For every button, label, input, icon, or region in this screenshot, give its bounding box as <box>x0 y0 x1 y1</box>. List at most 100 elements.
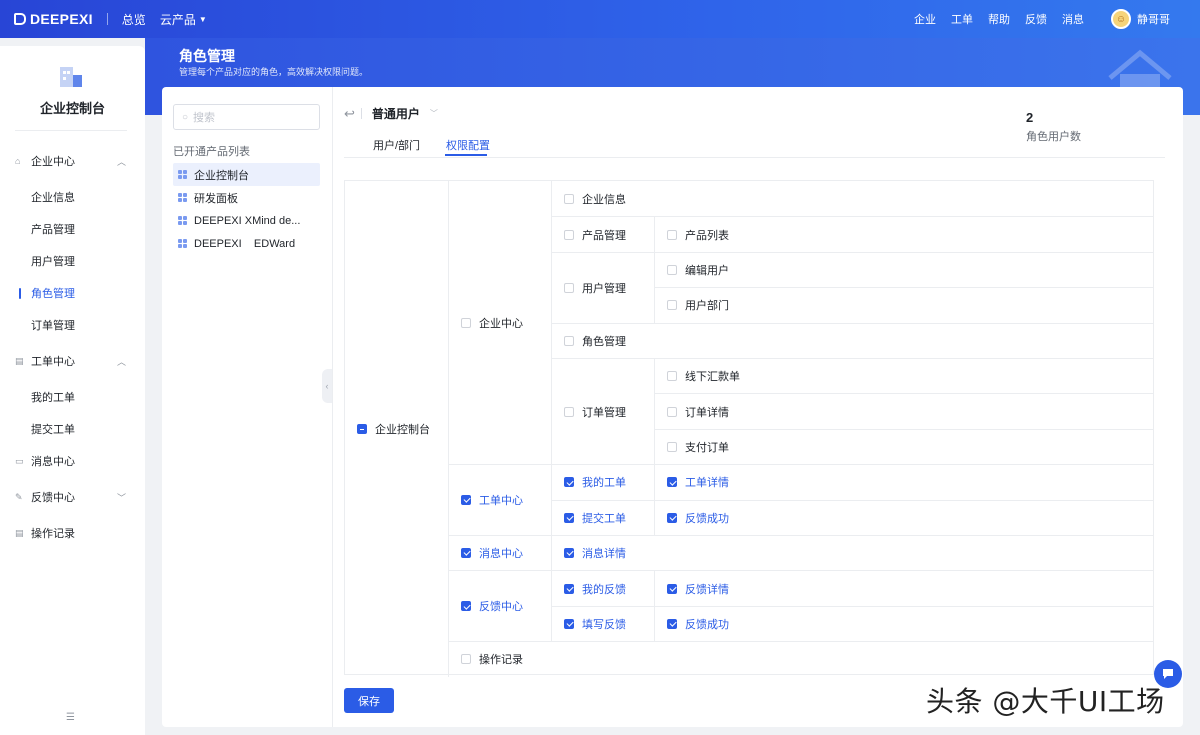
chat-icon <box>1163 669 1173 679</box>
permission-checkbox[interactable] <box>461 654 471 665</box>
message-icon: ▭ <box>15 455 24 466</box>
permission-checkbox[interactable] <box>564 477 574 488</box>
permission-checkbox[interactable] <box>461 495 471 506</box>
permission-checkbox[interactable] <box>667 512 677 523</box>
permission-checkbox[interactable] <box>564 512 574 523</box>
permission-checkbox[interactable] <box>667 583 677 594</box>
permission-label: 反馈成功 <box>685 512 729 525</box>
nav-cloud-products[interactable]: 云产品 ▼ <box>160 11 207 28</box>
permission-node: 支付订单 <box>654 428 1153 465</box>
sidebar-group-messages[interactable]: ▭ 消息中心 <box>0 449 145 473</box>
permission-label: 反馈详情 <box>685 583 729 596</box>
product-item[interactable]: DEEPEXI XMind de... <box>173 209 320 232</box>
nav-help[interactable]: 帮助 <box>988 11 1010 27</box>
permission-checkbox[interactable] <box>564 335 574 346</box>
permission-checkbox[interactable] <box>461 548 471 559</box>
avatar[interactable]: ☺ <box>1111 9 1131 29</box>
product-panel: ○ 搜索 已开通产品列表 企业控制台 研发面板 DEEPEXI XMind de… <box>162 87 333 727</box>
permission-checkbox[interactable] <box>667 371 677 382</box>
back-icon[interactable]: ↩ <box>344 106 355 122</box>
permission-checkbox[interactable] <box>667 229 677 240</box>
permission-node: 反馈详情 <box>654 570 1153 606</box>
sidebar-item-company-info[interactable]: 企业信息 <box>0 185 145 209</box>
sidebar-group-label: 反馈中心 <box>31 492 75 504</box>
permission-checkbox[interactable] <box>461 317 471 328</box>
role-user-count: 2 <box>1026 110 1034 125</box>
permission-label: 消息详情 <box>582 548 626 561</box>
permission-node: 工单中心 <box>448 464 551 535</box>
logo[interactable]: DEEPEXI <box>14 11 93 27</box>
chevron-down-icon[interactable]: ﹀ <box>430 108 438 119</box>
permission-node: 反馈中心 <box>448 570 551 642</box>
permission-label: 企业中心 <box>479 317 523 330</box>
permission-checkbox[interactable] <box>564 618 574 629</box>
permission-checkbox[interactable] <box>667 264 677 275</box>
permission-node: 产品列表 <box>654 216 1153 252</box>
permission-label: 企业信息 <box>582 193 626 206</box>
permission-label: 用户部门 <box>685 300 729 313</box>
search-icon: ○ <box>182 111 189 123</box>
nav-messages[interactable]: 消息 <box>1062 11 1084 27</box>
permission-checkbox[interactable] <box>667 618 677 629</box>
sidebar-group-label: 工单中心 <box>31 356 75 368</box>
sidebar-item-roles[interactable]: 角色管理 <box>0 281 145 305</box>
permission-label: 用户管理 <box>582 282 626 295</box>
nav-ticket[interactable]: 工单 <box>951 11 973 27</box>
product-item[interactable]: DEEPEXI EDWard <box>173 232 320 255</box>
sidebar-item-orders[interactable]: 订单管理 <box>0 313 145 337</box>
nav-overview[interactable]: 总览 <box>122 11 146 28</box>
nav-feedback[interactable]: 反馈 <box>1025 11 1047 27</box>
permission-checkbox[interactable] <box>564 282 574 293</box>
permission-checkbox[interactable] <box>564 229 574 240</box>
permission-node: 产品管理 <box>551 216 654 252</box>
sidebar-group-feedback[interactable]: ✎ 反馈中心 ﹀ <box>0 485 145 509</box>
permission-node: 角色管理 <box>551 322 1153 358</box>
sidebar-item-users[interactable]: 用户管理 <box>0 249 145 273</box>
product-item[interactable]: 企业控制台 <box>173 163 320 186</box>
search-input[interactable]: ○ 搜索 <box>173 104 320 130</box>
sidebar-group-label: 企业中心 <box>31 156 75 168</box>
product-item[interactable]: 研发面板 <box>173 186 320 209</box>
sidebar-group-enterprise[interactable]: ⌂ 企业中心 ︿ <box>0 149 145 173</box>
save-button[interactable]: 保存 <box>344 688 394 713</box>
panel-collapse-toggle[interactable]: ‹ <box>322 369 332 403</box>
sidebar-item-products[interactable]: 产品管理 <box>0 217 145 241</box>
permission-checkbox[interactable] <box>357 423 367 434</box>
role-name[interactable]: 普通用户 <box>372 105 420 122</box>
permission-node: 填写反馈 <box>551 605 654 642</box>
logo-icon <box>14 13 26 25</box>
sidebar-group-logs[interactable]: ▤ 操作记录 <box>0 521 145 545</box>
caret-down-icon: ▼ <box>198 14 207 24</box>
permission-checkbox[interactable] <box>564 193 574 204</box>
tab-permissions[interactable]: 权限配置 <box>446 137 490 153</box>
permission-checkbox[interactable] <box>461 601 471 612</box>
permission-checkbox[interactable] <box>667 406 677 417</box>
permission-label: 反馈成功 <box>685 618 729 631</box>
permission-checkbox[interactable] <box>564 583 574 594</box>
sidebar-group-tickets[interactable]: ▤ 工单中心 ︿ <box>0 349 145 373</box>
sidebar-item-my-tickets[interactable]: 我的工单 <box>0 385 145 409</box>
permission-label: 工单中心 <box>479 495 523 508</box>
menu-collapse-icon[interactable]: ☰ <box>66 712 75 723</box>
product-label: 企业控制台 <box>194 169 249 182</box>
logo-text: DEEPEXI <box>30 11 93 27</box>
watermark: 头条 @大千UI工场 <box>926 685 1165 718</box>
permission-node: 反馈成功 <box>654 605 1153 642</box>
permission-checkbox[interactable] <box>564 548 574 559</box>
permission-checkbox[interactable] <box>667 441 677 452</box>
building-icon <box>60 67 82 87</box>
app-grid-icon <box>178 239 187 248</box>
page-subtitle: 管理每个产品对应的角色，高效解决权限问题。 <box>179 67 369 77</box>
permission-label: 填写反馈 <box>582 618 626 631</box>
user-name[interactable]: 静哥哥 <box>1137 11 1170 27</box>
tab-users-departments[interactable]: 用户/部门 <box>373 137 420 153</box>
permission-label: 消息中心 <box>479 548 523 561</box>
permission-checkbox[interactable] <box>564 406 574 417</box>
permission-checkbox[interactable] <box>667 477 677 488</box>
permission-checkbox[interactable] <box>667 300 677 311</box>
sidebar-item-submit-ticket[interactable]: 提交工单 <box>0 417 145 441</box>
permission-label: 操作记录 <box>479 654 523 667</box>
sidebar-group-label: 操作记录 <box>31 528 75 540</box>
active-tab-indicator <box>445 154 487 156</box>
nav-enterprise[interactable]: 企业 <box>914 11 936 27</box>
